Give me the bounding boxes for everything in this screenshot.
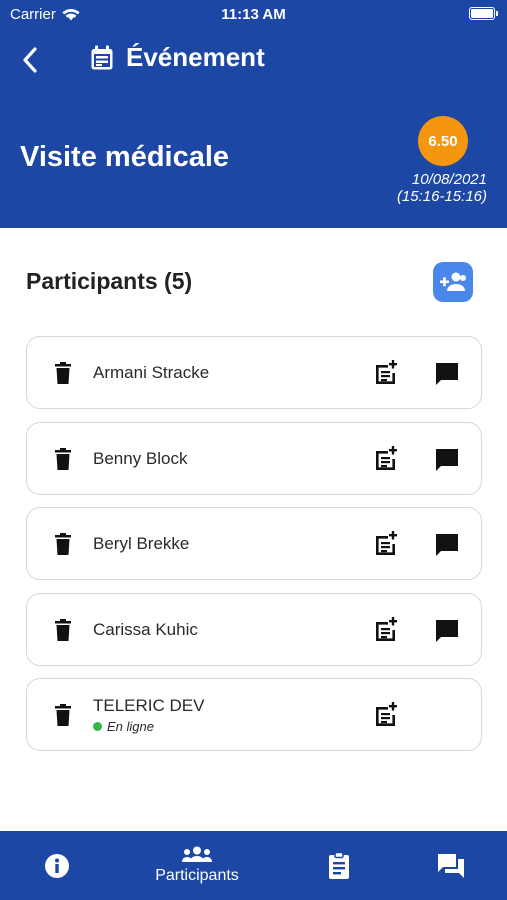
event-time-range: (15:16-15:16) (396, 188, 487, 205)
event-datetime: 10/08/2021 (15:16-15:16) (397, 171, 487, 205)
trash-icon[interactable] (51, 618, 75, 642)
participant-name: TELERIC DEV (93, 696, 205, 715)
chat-icon[interactable] (433, 446, 461, 474)
score-badge: 6.50 (418, 116, 468, 166)
note-add-icon[interactable] (373, 702, 399, 728)
trash-icon[interactable] (51, 361, 75, 385)
participant-card: Benny Block (26, 421, 482, 495)
participant-name: Armani Stracke (93, 363, 210, 382)
battery-icon (469, 7, 498, 20)
calendar-icon (91, 45, 113, 69)
bottom-tab-bar: Participants (0, 831, 507, 900)
event-header: Événement Visite médicale 6.50 10/08/202… (0, 28, 507, 228)
online-status-label: En ligne (107, 719, 154, 734)
chat-icon[interactable] (433, 617, 461, 645)
group-icon (182, 846, 212, 862)
online-dot-icon (93, 722, 102, 731)
participants-list: Armani Stracke Benny Block Beryl Brekke … (26, 336, 482, 764)
participant-card: Beryl Brekke (26, 507, 482, 580)
tab-participants-label: Participants (155, 867, 239, 884)
chat-icon[interactable] (433, 531, 461, 559)
forum-icon (438, 853, 464, 878)
trash-icon[interactable] (51, 532, 75, 556)
note-add-icon[interactable] (373, 531, 399, 557)
tab-participants[interactable]: Participants (142, 831, 252, 900)
participant-name: Carissa Kuhic (93, 619, 198, 639)
participant-card: Carissa Kuhic (26, 592, 482, 666)
participant-name: Benny Block (93, 448, 188, 468)
page-title-label: Événement (126, 42, 265, 72)
clipboard-icon (329, 851, 349, 879)
participant-name: Beryl Brekke (93, 534, 190, 553)
event-name: Visite médicale (20, 141, 230, 173)
clock: 11:13 AM (221, 6, 286, 23)
tab-tasks[interactable] (324, 831, 354, 900)
page-title: Événement (90, 42, 265, 73)
participant-card: TELERIC DEV En ligne (26, 678, 482, 751)
note-add-icon[interactable] (373, 360, 399, 386)
info-icon (45, 853, 69, 878)
participant-card: Armani Stracke (26, 336, 482, 409)
tab-info[interactable] (42, 831, 72, 900)
trash-icon[interactable] (51, 703, 75, 727)
group-add-icon (440, 272, 466, 291)
back-button[interactable] (14, 44, 46, 76)
chevron-left-icon (23, 47, 37, 73)
note-add-icon[interactable] (373, 616, 399, 643)
event-date: 10/08/2021 (411, 171, 487, 188)
chat-icon[interactable] (433, 360, 461, 388)
participants-title: Participants (5) (26, 268, 193, 294)
trash-icon[interactable] (51, 447, 75, 471)
online-status: En ligne (93, 719, 154, 734)
note-add-icon[interactable] (373, 445, 399, 472)
add-participant-button[interactable] (433, 262, 473, 302)
status-bar: Carrier 11:13 AM (0, 0, 507, 28)
tab-chat[interactable] (436, 831, 466, 900)
